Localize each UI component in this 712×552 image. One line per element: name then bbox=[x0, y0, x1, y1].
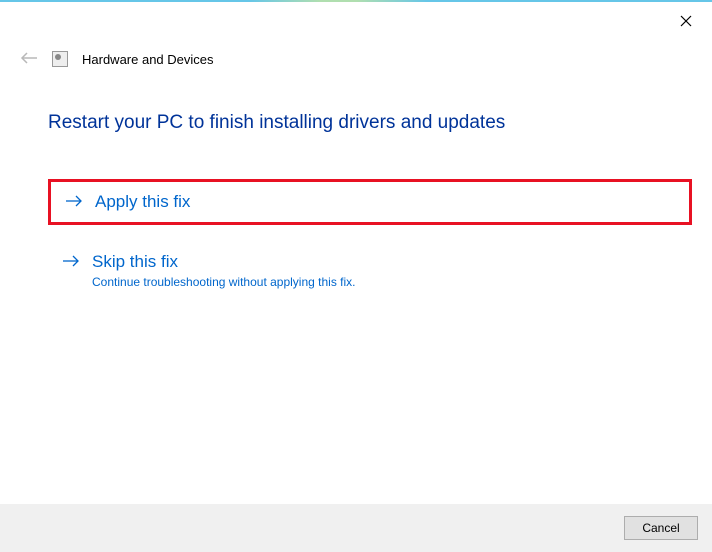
footer-bar: Cancel bbox=[0, 504, 712, 552]
close-icon bbox=[680, 14, 692, 30]
header-row: Hardware and Devices bbox=[20, 50, 214, 68]
arrow-right-icon bbox=[66, 194, 83, 213]
window-top-accent bbox=[0, 0, 712, 2]
option-skip-fix[interactable]: Skip this fix Continue troubleshooting w… bbox=[48, 246, 692, 295]
troubleshooter-title: Hardware and Devices bbox=[82, 52, 214, 67]
arrow-right-icon bbox=[63, 254, 80, 273]
back-arrow-icon bbox=[20, 50, 38, 68]
option-apply-fix[interactable]: Apply this fix bbox=[48, 179, 692, 225]
close-button[interactable] bbox=[674, 10, 698, 34]
troubleshooter-icon bbox=[52, 51, 68, 67]
option-skip-label: Skip this fix bbox=[92, 252, 356, 272]
cancel-button[interactable]: Cancel bbox=[624, 516, 698, 540]
page-heading: Restart your PC to finish installing dri… bbox=[48, 112, 505, 134]
cancel-button-label: Cancel bbox=[642, 521, 679, 535]
option-skip-description: Continue troubleshooting without applyin… bbox=[92, 275, 356, 289]
option-apply-label: Apply this fix bbox=[95, 192, 190, 212]
